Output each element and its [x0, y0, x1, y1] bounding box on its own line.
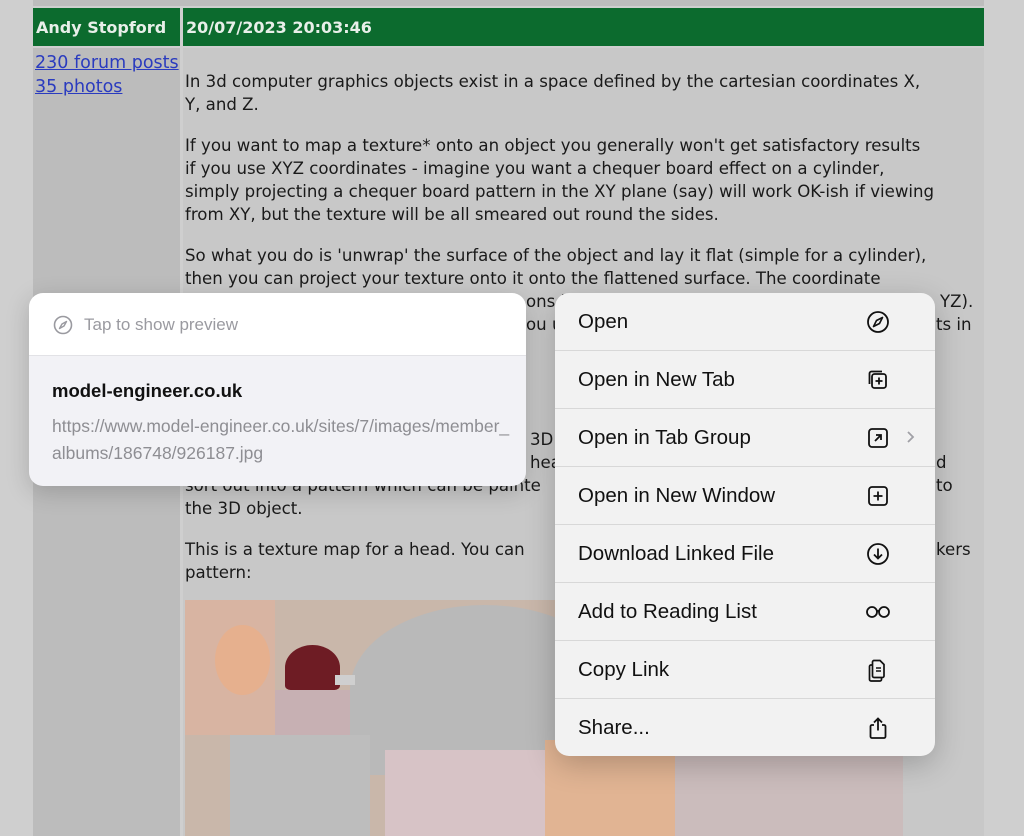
photos-link[interactable]: 35 photos — [35, 77, 122, 97]
share-icon — [869, 717, 887, 739]
menu-item-open-new-tab[interactable]: Open in New Tab — [555, 351, 935, 409]
post-line: simply projecting a chequer board patter… — [185, 182, 935, 201]
post-author: Andy Stopford — [36, 18, 167, 37]
tab-group-icon — [868, 428, 888, 448]
post-line: In 3d computer graphics objects exist in… — [185, 72, 921, 91]
glasses-icon — [866, 606, 890, 618]
link-url: https://www.model-engineer.co.uk/sites/7… — [52, 416, 510, 463]
menu-item-label: Open — [578, 310, 629, 333]
post-line: Y, and Z. — [185, 95, 259, 114]
menu-item-copy-link[interactable]: Copy Link — [555, 641, 935, 699]
menu-item-open-tab-group[interactable]: Open in Tab Group — [555, 409, 935, 467]
menu-item-open-new-window[interactable]: Open in New Window — [555, 467, 935, 525]
menu-item-add-to-reading-list[interactable]: Add to Reading List — [555, 583, 935, 641]
table-top-border — [33, 0, 984, 6]
link-context-menu: Open Open in New Tab Open in Tab Group O… — [555, 293, 935, 756]
post-line-fragment: d — [936, 453, 947, 472]
preview-details: model-engineer.co.uk https://www.model-e… — [29, 356, 526, 486]
post-line-fragment: YZ). — [940, 292, 974, 311]
link-domain: model-engineer.co.uk — [52, 380, 243, 401]
tap-to-show-preview[interactable]: Tap to show preview — [84, 315, 238, 335]
post-line-fragment: kers — [936, 540, 971, 559]
post-line: If you want to map a texture* onto an ob… — [185, 136, 921, 155]
menu-item-share[interactable]: Share... — [555, 699, 935, 756]
compass-icon — [867, 311, 889, 333]
copy-icon — [868, 659, 885, 682]
post-date: 20/07/2023 20:03:46 — [186, 18, 372, 37]
menu-item-label: Open in New Window — [578, 484, 776, 507]
new-window-icon — [868, 486, 888, 506]
chevron-right-icon — [907, 431, 915, 443]
menu-item-label: Add to Reading List — [578, 600, 757, 623]
menu-item-label: Open in Tab Group — [578, 426, 751, 449]
compass-icon — [53, 315, 73, 335]
link-preview-card[interactable]: Tap to show preview model-engineer.co.uk… — [29, 293, 526, 486]
menu-item-label: Open in New Tab — [578, 368, 735, 391]
post-line: from XY, but the texture will be all sme… — [185, 205, 719, 224]
new-tab-icon — [868, 370, 887, 389]
post-line: if you use XYZ coordinates - imagine you… — [185, 159, 885, 178]
post-line: So what you do is 'unwrap' the surface o… — [185, 246, 927, 265]
menu-item-label: Share... — [578, 716, 650, 739]
menu-item-download-linked-file[interactable]: Download Linked File — [555, 525, 935, 583]
forum-posts-link[interactable]: 230 forum posts — [35, 53, 179, 73]
menu-item-open[interactable]: Open — [555, 293, 935, 351]
menu-item-label: Copy Link — [578, 658, 670, 681]
menu-item-label: Download Linked File — [578, 542, 775, 565]
post-line-fragment: This is a texture map for a head. You ca… — [185, 540, 525, 559]
post-line-fragment: ts in — [936, 315, 972, 334]
post-line-fragment: to — [936, 476, 953, 495]
preview-header[interactable]: Tap to show preview — [29, 293, 526, 356]
download-icon — [867, 543, 889, 565]
post-line: then you can project your texture onto i… — [185, 269, 881, 288]
